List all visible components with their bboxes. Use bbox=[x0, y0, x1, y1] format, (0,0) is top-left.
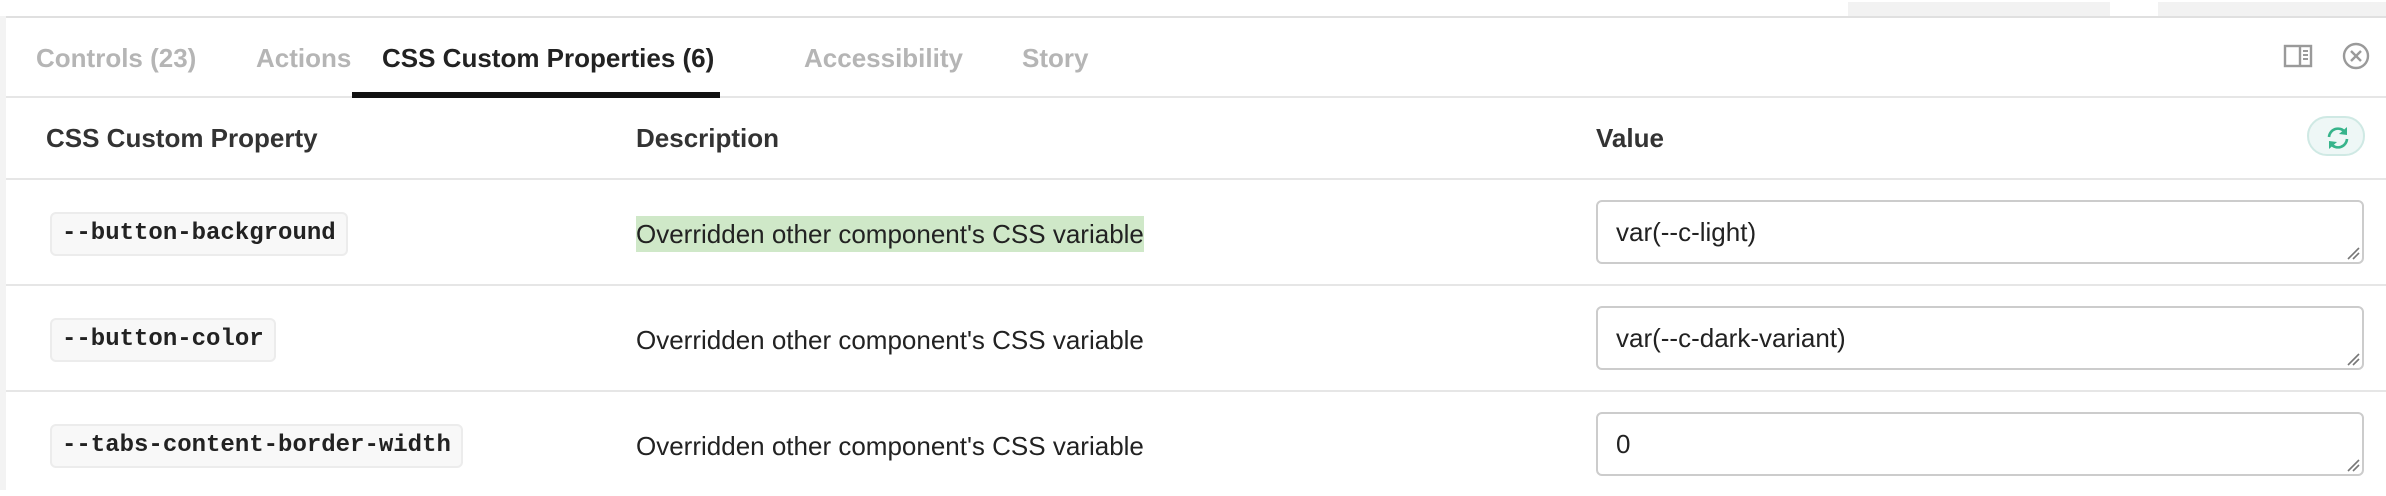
resize-grip-icon[interactable] bbox=[2346, 246, 2360, 260]
header-css-custom-property: CSS Custom Property bbox=[46, 123, 318, 153]
header-value: Value bbox=[1596, 123, 1664, 153]
close-icon[interactable] bbox=[2340, 40, 2372, 72]
property-description: Overridden other component's CSS variabl… bbox=[636, 216, 1144, 252]
property-description: Overridden other component's CSS variabl… bbox=[636, 325, 1144, 355]
value-input[interactable]: 0 bbox=[1596, 412, 2364, 476]
toolbar-ghost-segment bbox=[2158, 2, 2386, 16]
resize-grip-icon[interactable] bbox=[2346, 458, 2360, 472]
top-strip bbox=[0, 0, 2386, 18]
value-text: var(--c-dark-variant) bbox=[1616, 323, 1846, 353]
resize-grip-icon[interactable] bbox=[2346, 352, 2360, 366]
table-row: --button-background Overridden other com… bbox=[6, 180, 2386, 286]
table-row: --button-color Overridden other componen… bbox=[6, 286, 2386, 392]
addons-tab-bar: Controls (23) Actions CSS Custom Propert… bbox=[6, 18, 2386, 98]
tab-css-custom-properties[interactable]: CSS Custom Properties (6) bbox=[352, 18, 721, 98]
property-name: --button-background bbox=[50, 212, 348, 256]
tab-actions[interactable]: Actions bbox=[256, 18, 351, 96]
panel-orientation-icon[interactable] bbox=[2282, 40, 2314, 72]
value-input[interactable]: var(--c-dark-variant) bbox=[1596, 306, 2364, 370]
toolbar-ghost-segment bbox=[1848, 2, 2110, 16]
table-header: CSS Custom Property Description Value bbox=[6, 98, 2386, 180]
reset-button[interactable] bbox=[2307, 116, 2365, 156]
property-description: Overridden other component's CSS variabl… bbox=[636, 431, 1144, 461]
header-description: Description bbox=[636, 123, 780, 153]
css-properties-table: CSS Custom Property Description Value --… bbox=[6, 98, 2386, 490]
tab-accessibility[interactable]: Accessibility bbox=[804, 18, 963, 96]
property-name: --button-color bbox=[50, 318, 276, 362]
tab-story[interactable]: Story bbox=[1022, 18, 1088, 96]
value-input[interactable]: var(--c-light) bbox=[1596, 200, 2364, 264]
value-text: var(--c-light) bbox=[1616, 217, 1757, 247]
tab-controls[interactable]: Controls (23) bbox=[36, 18, 196, 96]
value-text: 0 bbox=[1616, 429, 1631, 459]
table-row: --tabs-content-border-width Overridden o… bbox=[6, 392, 2386, 496]
property-name: --tabs-content-border-width bbox=[50, 424, 463, 468]
